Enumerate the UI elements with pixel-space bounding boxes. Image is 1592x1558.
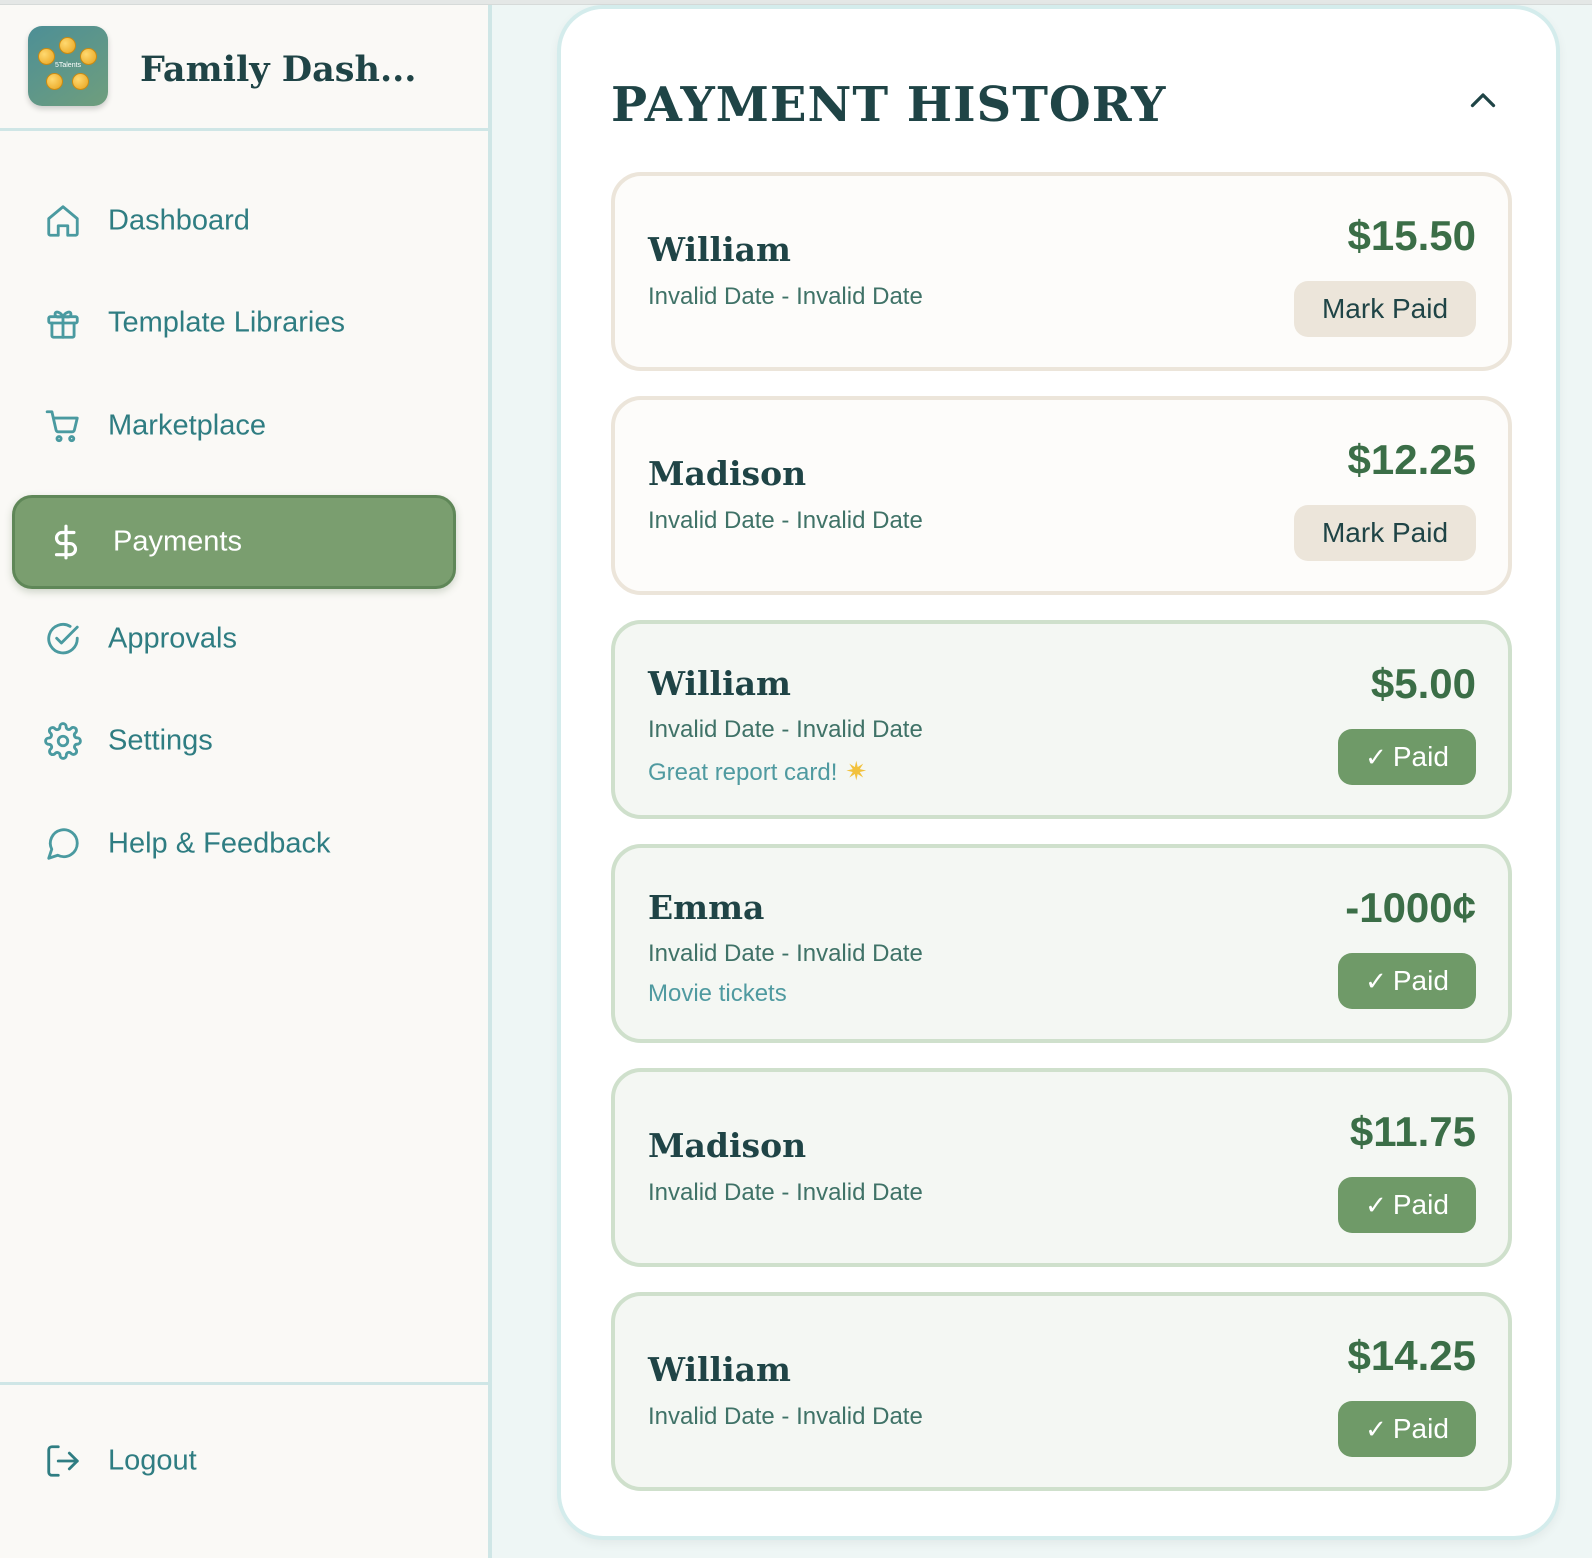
paid-status-button[interactable]: ✓ Paid	[1338, 1401, 1476, 1457]
payment-amount: -1000¢	[1345, 884, 1476, 931]
payment-item: Emma Invalid Date - Invalid Date Movie t…	[611, 844, 1512, 1043]
paid-label: Paid	[1392, 741, 1449, 772]
payment-amount: $12.25	[1347, 436, 1476, 483]
payment-note: Great report card! ✷	[648, 756, 867, 787]
gear-icon	[42, 720, 84, 762]
page-title: PAYMENT HISTORY	[611, 77, 1167, 133]
check-circle-icon	[42, 618, 84, 660]
payment-dates: Invalid Date - Invalid Date	[648, 716, 923, 743]
sidebar-item-label: Template Libraries	[108, 306, 345, 339]
chat-bubble-icon	[42, 823, 84, 865]
checkmark-icon: ✓	[1365, 1189, 1387, 1220]
sidebar-item-label: Payments	[113, 525, 242, 558]
app-logo[interactable]: 5Talents	[28, 26, 108, 106]
payment-dates: Invalid Date - Invalid Date	[648, 940, 923, 967]
sparkle-star-icon: ✷	[845, 756, 868, 786]
paid-status-button[interactable]: ✓ Paid	[1338, 953, 1476, 1009]
payment-item: William Invalid Date - Invalid Date $15.…	[611, 172, 1512, 371]
sidebar: 5Talents Family Dash... Dashboard Templa…	[0, 5, 492, 1558]
brand-header: 5Talents Family Dash...	[0, 5, 488, 131]
sidebar-footer: Logout	[0, 1382, 488, 1558]
cart-icon	[42, 405, 84, 447]
paid-status-button[interactable]: ✓ Paid	[1338, 1177, 1476, 1233]
payment-amount: $11.75	[1349, 1108, 1476, 1155]
app-window: 5Talents Family Dash... Dashboard Templa…	[0, 0, 1592, 1558]
dollar-icon	[45, 521, 87, 563]
checkmark-icon: ✓	[1365, 741, 1387, 772]
checkmark-icon: ✓	[1365, 1413, 1387, 1444]
sidebar-item-approvals[interactable]: Approvals	[12, 592, 456, 686]
payment-dates: Invalid Date - Invalid Date	[648, 283, 923, 310]
sidebar-item-help-feedback[interactable]: Help & Feedback	[12, 797, 456, 891]
payment-child-name: Madison	[648, 1126, 807, 1165]
payment-item: Madison Invalid Date - Invalid Date $11.…	[611, 1068, 1512, 1267]
payment-child-name: Emma	[648, 888, 765, 927]
sidebar-item-template-libraries[interactable]: Template Libraries	[12, 276, 456, 370]
payment-amount: $5.00	[1370, 660, 1476, 707]
sidebar-item-label: Settings	[108, 724, 213, 757]
checkmark-icon: ✓	[1365, 965, 1387, 996]
paid-status-button[interactable]: ✓ Paid	[1338, 729, 1476, 785]
payment-item: William Invalid Date - Invalid Date $14.…	[611, 1292, 1512, 1491]
payment-child-name: William	[648, 664, 791, 703]
logout-icon	[42, 1440, 84, 1482]
paid-label: Paid	[1392, 1413, 1449, 1444]
payment-item: William Invalid Date - Invalid Date Grea…	[611, 620, 1512, 819]
payment-amount: $14.25	[1347, 1332, 1476, 1379]
payment-child-name: William	[648, 1350, 791, 1389]
payment-child-name: William	[648, 230, 791, 269]
paid-label: Paid	[1392, 965, 1449, 996]
logout-label: Logout	[108, 1444, 197, 1477]
sidebar-item-settings[interactable]: Settings	[12, 694, 456, 788]
mark-paid-button[interactable]: Mark Paid	[1294, 505, 1476, 561]
sidebar-item-dashboard[interactable]: Dashboard	[12, 174, 456, 268]
payment-item: Madison Invalid Date - Invalid Date $12.…	[611, 396, 1512, 595]
sidebar-item-label: Approvals	[108, 622, 237, 655]
payment-amount: $15.50	[1347, 212, 1476, 259]
sidebar-item-label: Dashboard	[108, 204, 250, 237]
payment-history-card: PAYMENT HISTORY William Invalid Date - I…	[557, 5, 1560, 1540]
sidebar-item-label: Marketplace	[108, 409, 266, 442]
payment-note: Movie tickets	[648, 980, 787, 1007]
chevron-up-icon	[1465, 83, 1501, 124]
paid-label: Paid	[1392, 1189, 1449, 1220]
payment-dates: Invalid Date - Invalid Date	[648, 1403, 923, 1430]
logo-text: 5Talents	[54, 62, 82, 69]
sidebar-item-label: Help & Feedback	[108, 827, 331, 860]
logout-button[interactable]: Logout	[12, 1414, 456, 1508]
payment-dates: Invalid Date - Invalid Date	[648, 507, 923, 534]
brand-title: Family Dash...	[140, 49, 417, 90]
payment-note-text: Great report card!	[648, 759, 838, 786]
sidebar-item-marketplace[interactable]: Marketplace	[12, 379, 456, 473]
mark-paid-button[interactable]: Mark Paid	[1294, 281, 1476, 337]
collapse-button[interactable]	[1461, 81, 1505, 125]
payment-dates: Invalid Date - Invalid Date	[648, 1179, 923, 1206]
gift-icon	[42, 302, 84, 344]
sidebar-item-payments[interactable]: Payments	[12, 495, 456, 589]
home-icon	[42, 200, 84, 242]
payment-child-name: Madison	[648, 454, 807, 493]
